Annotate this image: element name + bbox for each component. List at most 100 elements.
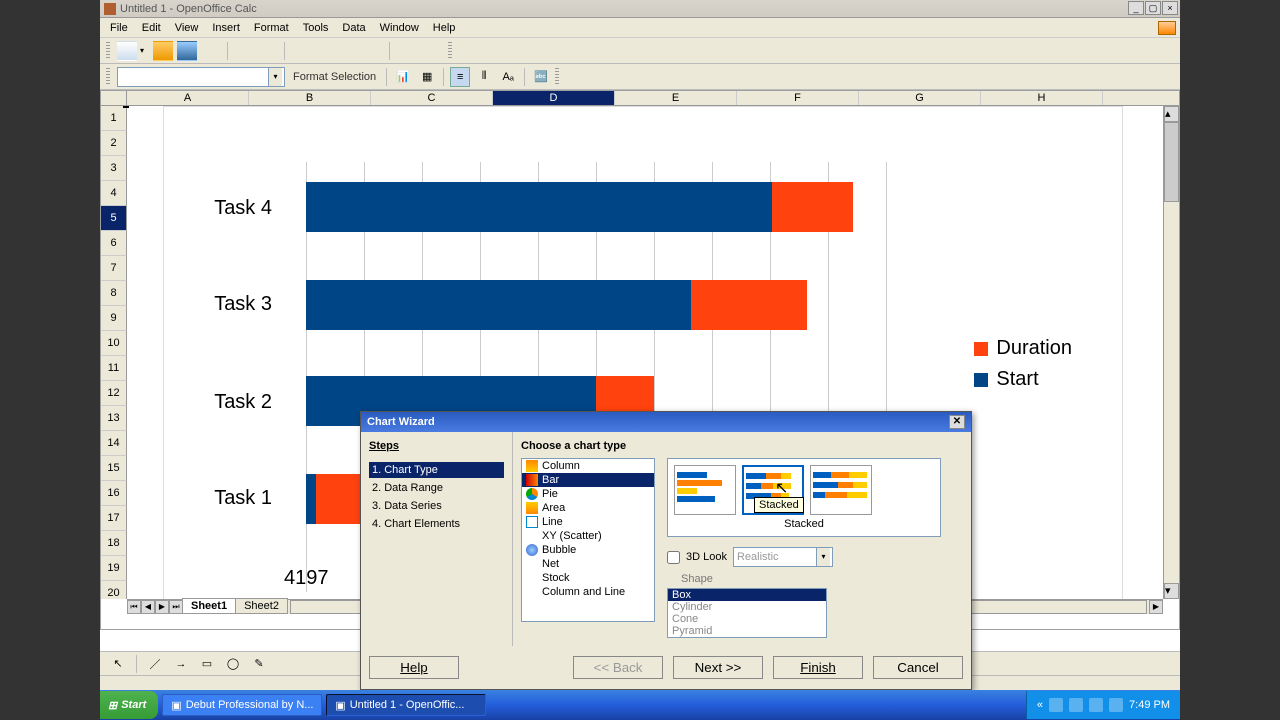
chevron-down-icon[interactable]: ▾: [268, 68, 282, 86]
menu-edit[interactable]: Edit: [136, 20, 167, 36]
row-header[interactable]: 3: [101, 156, 127, 181]
sheet-nav-first[interactable]: ⏮: [127, 600, 141, 614]
format-selection-label[interactable]: Format Selection: [289, 71, 380, 83]
menu-window[interactable]: Window: [374, 20, 425, 36]
chart-type-pie[interactable]: Pie: [522, 487, 654, 501]
vertical-scrollbar[interactable]: ▴ ▾: [1163, 106, 1179, 599]
chart-type-net[interactable]: Net: [522, 557, 654, 571]
wizard-step-3[interactable]: 3. Data Series: [369, 498, 504, 514]
sheet-tab[interactable]: Sheet2: [235, 598, 288, 614]
arrow-tool-icon[interactable]: →: [171, 654, 191, 674]
chart-subtype-percent[interactable]: [810, 465, 872, 515]
row-header[interactable]: 15: [101, 456, 127, 481]
3d-look-value[interactable]: [734, 548, 816, 566]
chart-type-bar[interactable]: Bar: [522, 473, 654, 487]
copy-icon[interactable]: [315, 41, 335, 61]
scale-text-icon[interactable]: 🔤: [531, 67, 551, 87]
chart-type-column[interactable]: Column: [522, 459, 654, 473]
vert-grid-icon[interactable]: ⦀: [474, 67, 494, 87]
chart-type-icon[interactable]: 📊: [393, 67, 413, 87]
export-pdf-icon[interactable]: [234, 41, 254, 61]
tray-icon[interactable]: [1069, 698, 1083, 712]
system-tray[interactable]: « 7:49 PM: [1026, 691, 1180, 719]
tray-icon[interactable]: [1049, 698, 1063, 712]
3d-look-combo[interactable]: ▾: [733, 547, 833, 567]
row-header[interactable]: 16: [101, 481, 127, 506]
rect-tool-icon[interactable]: ▭: [197, 654, 217, 674]
open-icon[interactable]: [153, 41, 173, 61]
wizard-step-1[interactable]: 1. Chart Type: [369, 462, 504, 478]
shape-cone[interactable]: Cone: [668, 613, 826, 625]
email-icon[interactable]: [201, 41, 221, 61]
menu-insert[interactable]: Insert: [206, 20, 246, 36]
horiz-grid-icon[interactable]: ≡: [450, 67, 470, 87]
select-all-corner[interactable]: [101, 91, 127, 105]
row-header[interactable]: 13: [101, 406, 127, 431]
paste-icon[interactable]: [339, 41, 359, 61]
chart-type-line[interactable]: Line: [522, 515, 654, 529]
chart-type-stock[interactable]: Stock: [522, 571, 654, 585]
freeform-tool-icon[interactable]: ✎: [249, 654, 269, 674]
dialog-close-icon[interactable]: ✕: [949, 415, 965, 429]
row-header[interactable]: 8: [101, 281, 127, 306]
cancel-button[interactable]: Cancel: [873, 656, 963, 679]
print-icon[interactable]: [258, 41, 278, 61]
chart-data-icon[interactable]: ▦: [417, 67, 437, 87]
tray-expand-icon[interactable]: «: [1037, 699, 1043, 711]
column-header[interactable]: F: [737, 91, 859, 105]
chart-subtype-stacked[interactable]: Stacked: [742, 465, 804, 515]
new-doc-icon[interactable]: [117, 41, 137, 61]
row-header[interactable]: 12: [101, 381, 127, 406]
sheet-nav-last[interactable]: ⏭: [169, 600, 183, 614]
taskbar-item[interactable]: ▣ Debut Professional by N...: [162, 694, 322, 716]
tray-icon[interactable]: [1109, 698, 1123, 712]
row-header[interactable]: 20: [101, 581, 127, 599]
column-header[interactable]: G: [859, 91, 981, 105]
row-header[interactable]: 5: [101, 206, 127, 231]
shape-box[interactable]: Box: [668, 589, 826, 601]
menu-format[interactable]: Format: [248, 20, 295, 36]
chart-type-list[interactable]: Column Bar Pie Area Line XY (Scatter) Bu…: [521, 458, 655, 622]
row-header[interactable]: 10: [101, 331, 127, 356]
dialog-title-bar[interactable]: Chart Wizard ✕: [361, 412, 971, 432]
chart-element-combo[interactable]: ▾: [117, 67, 285, 87]
minimize-button[interactable]: _: [1128, 1, 1144, 15]
column-header[interactable]: A: [127, 91, 249, 105]
sheet-nav-next[interactable]: ▶: [155, 600, 169, 614]
chart-type-bubble[interactable]: Bubble: [522, 543, 654, 557]
chart-type-column-line[interactable]: Column and Line: [522, 585, 654, 599]
maximize-button[interactable]: ▢: [1145, 1, 1161, 15]
column-header[interactable]: C: [371, 91, 493, 105]
sheet-tab[interactable]: Sheet1: [182, 598, 236, 614]
chart-subtype-normal[interactable]: [674, 465, 736, 515]
row-header[interactable]: 4: [101, 181, 127, 206]
column-header[interactable]: D: [493, 91, 615, 105]
row-header[interactable]: 9: [101, 306, 127, 331]
row-header[interactable]: 11: [101, 356, 127, 381]
shape-list[interactable]: Box Cylinder Cone Pyramid: [667, 588, 827, 638]
row-header[interactable]: 18: [101, 531, 127, 556]
row-header[interactable]: 14: [101, 431, 127, 456]
wizard-step-2[interactable]: 2. Data Range: [369, 480, 504, 496]
menu-tools[interactable]: Tools: [297, 20, 335, 36]
save-icon[interactable]: [177, 41, 197, 61]
row-header[interactable]: 7: [101, 256, 127, 281]
menu-help[interactable]: Help: [427, 20, 462, 36]
chevron-down-icon[interactable]: ▾: [816, 548, 830, 566]
cut-icon[interactable]: [291, 41, 311, 61]
column-header[interactable]: B: [249, 91, 371, 105]
shape-pyramid[interactable]: Pyramid: [668, 625, 826, 637]
menu-file[interactable]: File: [104, 20, 134, 36]
column-header[interactable]: H: [981, 91, 1103, 105]
next-button[interactable]: Next >>: [673, 656, 763, 679]
start-button[interactable]: ⊞ Start: [100, 691, 158, 719]
menu-data[interactable]: Data: [336, 20, 371, 36]
row-header[interactable]: 6: [101, 231, 127, 256]
help-button[interactable]: Help: [369, 656, 459, 679]
column-header[interactable]: E: [615, 91, 737, 105]
row-header[interactable]: 1: [101, 106, 127, 131]
ellipse-tool-icon[interactable]: ◯: [223, 654, 243, 674]
menu-view[interactable]: View: [169, 20, 205, 36]
3d-look-checkbox[interactable]: [667, 551, 680, 564]
tray-icon[interactable]: [1089, 698, 1103, 712]
